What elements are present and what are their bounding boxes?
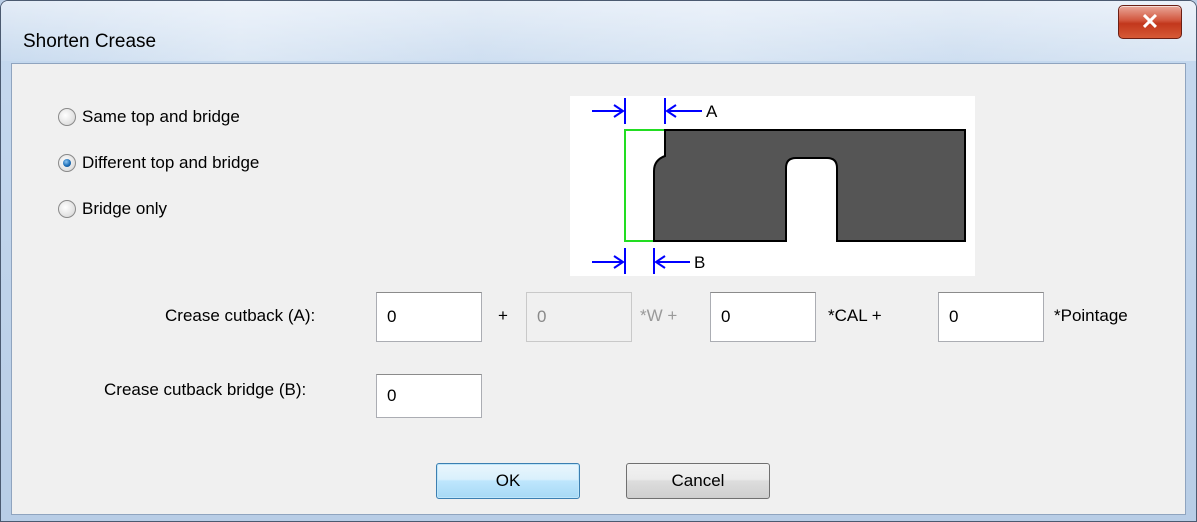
- crease-cutback-bridge-label: Crease cutback bridge (B):: [104, 380, 307, 399]
- option-bridge-only[interactable]: Bridge only: [58, 196, 167, 222]
- crease-cutback-a-input[interactable]: 0: [376, 292, 482, 342]
- pointage-factor-input[interactable]: 0: [938, 292, 1044, 342]
- option-label: Same top and bridge: [82, 107, 240, 126]
- w-factor-input[interactable]: 0: [526, 292, 632, 342]
- crease-diagram: A B: [570, 96, 975, 276]
- w-suffix-label: *W +: [640, 306, 678, 325]
- dimension-b-label: B: [694, 253, 705, 272]
- pointage-suffix-label: *Pointage: [1054, 306, 1128, 325]
- close-button[interactable]: ✕: [1118, 5, 1182, 39]
- close-icon: ✕: [1140, 9, 1160, 34]
- dialog-window: Shorten Crease ✕ Same top and bridge Dif…: [0, 0, 1197, 522]
- radio-button[interactable]: [58, 200, 76, 218]
- option-label: Different top and bridge: [82, 153, 260, 172]
- radio-button-selected[interactable]: [58, 154, 76, 172]
- radio-button[interactable]: [58, 108, 76, 126]
- option-label: Bridge only: [82, 199, 168, 218]
- option-same-top-and-bridge[interactable]: Same top and bridge: [58, 104, 240, 130]
- crease-cutback-a-label: Crease cutback (A):: [165, 306, 316, 325]
- cancel-button[interactable]: Cancel: [626, 463, 770, 499]
- title-bar[interactable]: Shorten Crease ✕: [1, 1, 1196, 61]
- dimension-a-arrows: [592, 98, 702, 124]
- cal-suffix-label: *CAL +: [828, 306, 882, 325]
- dimension-b-arrows: [592, 248, 690, 274]
- crease-shape: [653, 129, 966, 242]
- cal-factor-input[interactable]: 0: [710, 292, 816, 342]
- crease-diagram-svg: A B: [592, 98, 966, 274]
- option-different-top-and-bridge[interactable]: Different top and bridge: [58, 150, 259, 176]
- ok-button[interactable]: OK: [436, 463, 580, 499]
- crease-cutback-bridge-input[interactable]: 0: [376, 374, 482, 418]
- window-title: Shorten Crease: [23, 31, 157, 52]
- plus-sign: +: [498, 306, 508, 325]
- dimension-a-label: A: [706, 102, 718, 121]
- dialog-client-area: Same top and bridge Different top and br…: [11, 63, 1186, 515]
